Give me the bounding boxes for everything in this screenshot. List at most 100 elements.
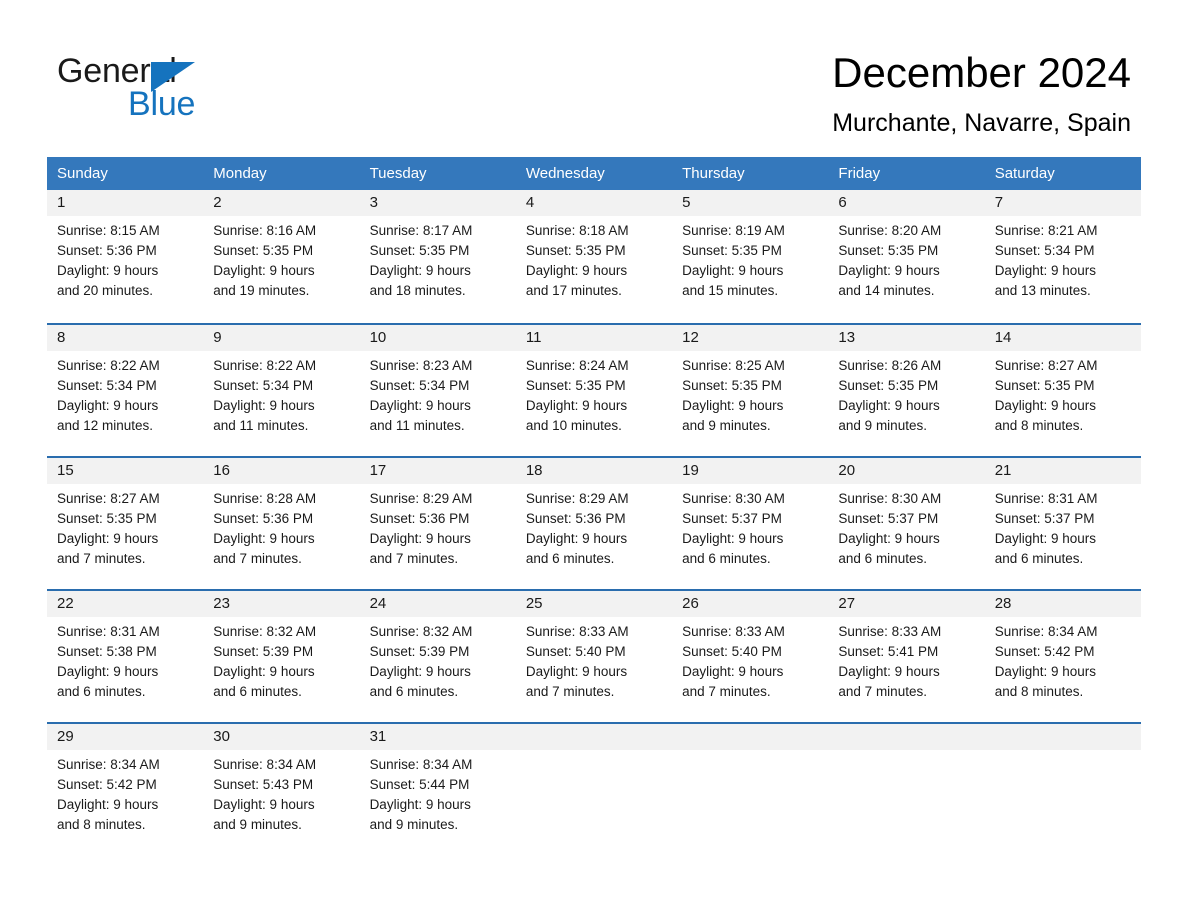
logo-text-blue: Blue bbox=[128, 85, 196, 123]
weekday-header-wednesday: Wednesday bbox=[525, 165, 605, 182]
day-number: 25 bbox=[525, 595, 543, 612]
calendar-day-cell[interactable]: 7 Sunrise: 8:21 AM Sunset: 5:34 PM Daylight… bbox=[985, 190, 1141, 323]
calendar-day-cell[interactable]: 16 Sunrise: 8:28 AM Sunset: 5:36 PM Dayligh… bbox=[203, 458, 359, 589]
sunset-text: Sunset: 5:39 PM bbox=[213, 644, 314, 659]
sunrise-text: Sunrise: 8:15 AM bbox=[57, 223, 160, 238]
calendar-day-cell[interactable]: 23 Sunrise: 8:32 AM Sunset: 5:39 PM Dayligh… bbox=[203, 591, 359, 722]
daylight-text: Daylight: 9 hours bbox=[682, 263, 784, 278]
day-details: Sunrise: 8:21 AM Sunset: 5:34 PM Daylight:… bbox=[995, 216, 1141, 301]
daylight-text: and 20 minutes. bbox=[57, 283, 154, 298]
day-details: Sunrise: 8:28 AM Sunset: 5:36 PM Daylight:… bbox=[213, 484, 359, 569]
day-details: Sunrise: 8:20 AM Sunset: 5:35 PM Daylight:… bbox=[838, 216, 984, 301]
sunset-text: Sunset: 5:36 PM bbox=[213, 511, 314, 526]
weekday-header-tuesday: Tuesday bbox=[369, 165, 427, 182]
sunrise-text: Sunrise: 8:25 AM bbox=[682, 358, 785, 373]
daylight-text: and 7 minutes. bbox=[213, 551, 302, 566]
calendar-day-cell[interactable]: 17 Sunrise: 8:29 AM Sunset: 5:36 PM Dayligh… bbox=[360, 458, 516, 589]
calendar-day-cell[interactable]: 11 Sunrise: 8:24 AM Sunset: 5:35 PM Dayligh… bbox=[516, 325, 672, 456]
day-details: Sunrise: 8:33 AM Sunset: 5:41 PM Daylight:… bbox=[838, 617, 984, 702]
daylight-text: and 6 minutes. bbox=[994, 551, 1084, 566]
daylight-text: Daylight: 9 hours bbox=[213, 531, 315, 546]
daylight-text: and 9 minutes. bbox=[213, 817, 302, 832]
sunrise-text: Sunrise: 8:18 AM bbox=[525, 223, 629, 238]
calendar-day-cell-empty bbox=[672, 724, 828, 855]
sunrise-text: Sunrise: 8:27 AM bbox=[994, 358, 1098, 373]
day-number: 23 bbox=[213, 595, 230, 612]
daylight-text: and 17 minutes. bbox=[525, 283, 622, 298]
day-number: 17 bbox=[369, 462, 387, 479]
daylight-text: Daylight: 9 hours bbox=[57, 664, 159, 679]
day-number: 8 bbox=[57, 329, 66, 346]
day-number: 5 bbox=[682, 194, 691, 211]
calendar-day-cell[interactable]: 18 Sunrise: 8:29 AM Sunset: 5:36 PM Dayligh… bbox=[516, 458, 672, 589]
daylight-text: Daylight: 9 hours bbox=[838, 531, 940, 546]
sunset-text: Sunset: 5:35 PM bbox=[994, 378, 1095, 393]
sunset-text: Sunset: 5:37 PM bbox=[682, 511, 782, 526]
calendar-day-cell[interactable]: 13 Sunrise: 8:26 AM Sunset: 5:35 PM Dayligh… bbox=[828, 325, 984, 456]
day-number: 28 bbox=[994, 595, 1012, 612]
daylight-text: and 7 minutes. bbox=[57, 551, 146, 566]
sunrise-text: Sunrise: 8:33 AM bbox=[525, 624, 629, 639]
calendar-day-cell[interactable]: 2 Sunrise: 8:16 AM Sunset: 5:35 PM Daylight… bbox=[203, 190, 359, 323]
page-header: General Blue December 2024 Murchante, Na… bbox=[0, 0, 1188, 156]
calendar-day-cell[interactable]: 21 Sunrise: 8:31 AM Sunset: 5:37 PM Dayligh… bbox=[985, 458, 1141, 589]
sunrise-text: Sunrise: 8:33 AM bbox=[682, 624, 785, 639]
calendar-day-cell[interactable]: 12 Sunrise: 8:25 AM Sunset: 5:35 PM Dayligh… bbox=[672, 325, 828, 456]
daylight-text: and 8 minutes. bbox=[994, 418, 1084, 433]
sunrise-text: Sunrise: 8:31 AM bbox=[57, 624, 160, 639]
generalblue-logo[interactable]: General Blue bbox=[57, 52, 287, 124]
calendar-day-cell[interactable]: 15 Sunrise: 8:27 AM Sunset: 5:35 PM Dayligh… bbox=[47, 458, 203, 589]
sunset-text: Sunset: 5:37 PM bbox=[838, 511, 939, 526]
calendar-day-cell[interactable]: 14 Sunrise: 8:27 AM Sunset: 5:35 PM Dayligh… bbox=[985, 325, 1141, 456]
daylight-text: and 7 minutes. bbox=[369, 551, 459, 566]
calendar-day-cell[interactable]: 27 Sunrise: 8:33 AM Sunset: 5:41 PM Dayligh… bbox=[828, 591, 984, 722]
calendar-day-cell[interactable]: 8 Sunrise: 8:22 AM Sunset: 5:34 PM Daylight… bbox=[47, 325, 203, 456]
sunrise-text: Sunrise: 8:22 AM bbox=[213, 358, 317, 373]
daylight-text: and 14 minutes. bbox=[838, 283, 935, 298]
daylight-text: and 12 minutes. bbox=[57, 418, 154, 433]
day-details: Sunrise: 8:26 AM Sunset: 5:35 PM Daylight:… bbox=[838, 351, 984, 436]
daylight-text: Daylight: 9 hours bbox=[213, 664, 315, 679]
calendar-day-cell[interactable]: 29 Sunrise: 8:34 AM Sunset: 5:42 PM Dayligh… bbox=[47, 724, 203, 855]
calendar-day-cell[interactable]: 31 Sunrise: 8:34 AM Sunset: 5:44 PM Dayligh… bbox=[360, 724, 516, 855]
calendar-week-days: 15 Sunrise: 8:27 AM Sunset: 5:35 PM Dayligh… bbox=[47, 458, 1141, 589]
sunrise-text: Sunrise: 8:33 AM bbox=[838, 624, 942, 639]
daylight-text: and 7 minutes. bbox=[838, 684, 927, 699]
day-details: Sunrise: 8:32 AM Sunset: 5:39 PM Daylight:… bbox=[213, 617, 359, 702]
daylight-text: Daylight: 9 hours bbox=[838, 263, 940, 278]
daylight-text: Daylight: 9 hours bbox=[682, 398, 784, 413]
calendar-day-cell[interactable]: 25 Sunrise: 8:33 AM Sunset: 5:40 PM Dayligh… bbox=[516, 591, 672, 722]
calendar-day-cell[interactable]: 19 Sunrise: 8:30 AM Sunset: 5:37 PM Dayligh… bbox=[672, 458, 828, 589]
calendar-day-cell[interactable]: 28 Sunrise: 8:34 AM Sunset: 5:42 PM Dayligh… bbox=[985, 591, 1141, 722]
calendar-day-cell[interactable]: 4 Sunrise: 8:18 AM Sunset: 5:35 PM Daylight… bbox=[516, 190, 672, 323]
day-details: Sunrise: 8:33 AM Sunset: 5:40 PM Daylight:… bbox=[682, 617, 828, 702]
daylight-text: and 10 minutes. bbox=[525, 418, 622, 433]
sunset-text: Sunset: 5:41 PM bbox=[838, 644, 939, 659]
daylight-text: and 6 minutes. bbox=[213, 684, 302, 699]
calendar-day-cell[interactable]: 9 Sunrise: 8:22 AM Sunset: 5:34 PM Daylight… bbox=[203, 325, 359, 456]
calendar-day-cell[interactable]: 30 Sunrise: 8:34 AM Sunset: 5:43 PM Dayligh… bbox=[203, 724, 359, 855]
calendar-day-cell[interactable]: 24 Sunrise: 8:32 AM Sunset: 5:39 PM Dayligh… bbox=[360, 591, 516, 722]
daylight-text: and 7 minutes. bbox=[682, 684, 771, 699]
sunset-text: Sunset: 5:35 PM bbox=[682, 378, 782, 393]
calendar-day-cell[interactable]: 22 Sunrise: 8:31 AM Sunset: 5:38 PM Dayligh… bbox=[47, 591, 203, 722]
calendar-day-cell[interactable]: 3 Sunrise: 8:17 AM Sunset: 5:35 PM Daylight… bbox=[360, 190, 516, 323]
day-details: Sunrise: 8:19 AM Sunset: 5:35 PM Daylight:… bbox=[682, 216, 828, 301]
sunset-text: Sunset: 5:34 PM bbox=[994, 243, 1095, 258]
calendar-day-cell[interactable]: 6 Sunrise: 8:20 AM Sunset: 5:35 PM Daylight… bbox=[828, 190, 984, 323]
calendar-day-cell[interactable]: 1 Sunrise: 8:15 AM Sunset: 5:36 PM Daylight… bbox=[47, 190, 203, 323]
calendar-day-cell[interactable]: 10 Sunrise: 8:23 AM Sunset: 5:34 PM Dayligh… bbox=[360, 325, 516, 456]
calendar-day-cell[interactable]: 26 Sunrise: 8:33 AM Sunset: 5:40 PM Dayligh… bbox=[672, 591, 828, 722]
daylight-text: Daylight: 9 hours bbox=[525, 664, 628, 679]
daylight-text: and 7 minutes. bbox=[525, 684, 615, 699]
calendar-page: General Blue December 2024 Murchante, Na… bbox=[0, 0, 1188, 918]
calendar-day-cell[interactable]: 20 Sunrise: 8:30 AM Sunset: 5:37 PM Dayligh… bbox=[828, 458, 984, 589]
day-number: 14 bbox=[994, 329, 1012, 346]
day-details: Sunrise: 8:31 AM Sunset: 5:37 PM Daylight:… bbox=[995, 484, 1141, 569]
calendar-day-cell[interactable]: 5 Sunrise: 8:19 AM Sunset: 5:35 PM Daylight… bbox=[672, 190, 828, 323]
day-number: 19 bbox=[682, 462, 699, 479]
daylight-text: Daylight: 9 hours bbox=[525, 263, 628, 278]
sunrise-text: Sunrise: 8:16 AM bbox=[213, 223, 317, 238]
day-number: 10 bbox=[369, 329, 387, 346]
day-details: Sunrise: 8:31 AM Sunset: 5:38 PM Daylight:… bbox=[57, 617, 203, 702]
